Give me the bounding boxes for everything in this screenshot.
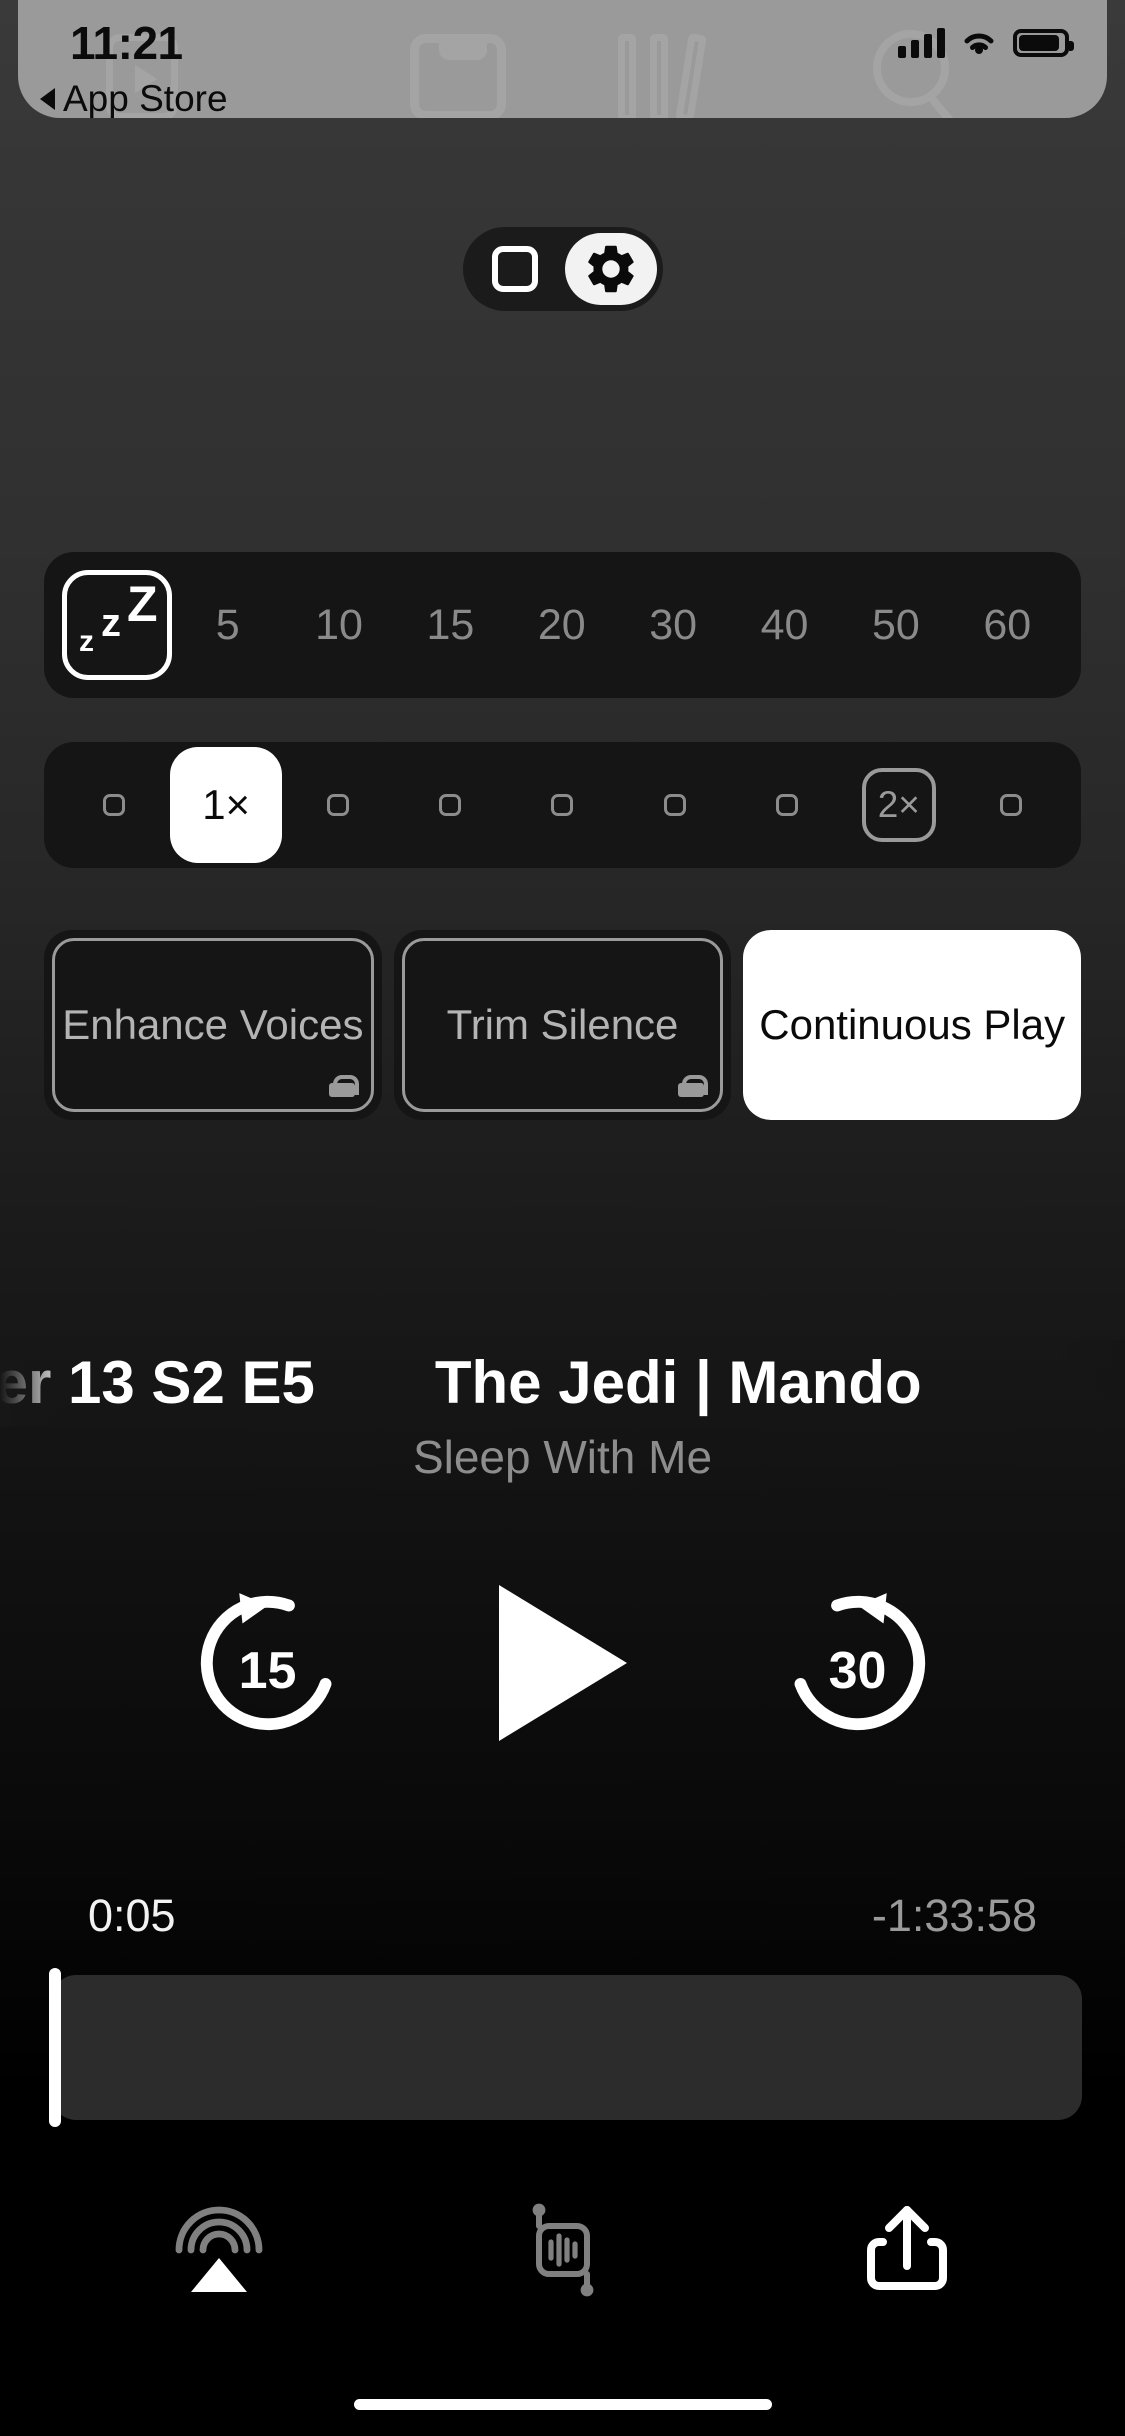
speed-dot-icon [439, 794, 462, 816]
scrubber-handle[interactable] [49, 1968, 61, 2127]
sleep-timer-row[interactable]: zzZ 5 10 15 20 30 40 50 60 [44, 552, 1081, 698]
speed-tick[interactable] [394, 794, 506, 816]
speed-tick[interactable] [955, 794, 1067, 816]
continuous-play-label: Continuous Play [759, 1000, 1066, 1048]
speed-two-x[interactable]: 2× [843, 768, 955, 842]
trim-silence-button[interactable]: Trim Silence [393, 930, 732, 1120]
status-clock: 11:21 [70, 17, 183, 69]
forward-30-label: 30 [828, 1642, 887, 1700]
speed-tick[interactable] [619, 794, 731, 816]
transport-controls: 15 30 [0, 1548, 1125, 1778]
scrubber-track[interactable] [49, 1968, 1082, 2127]
enhance-voices-label: Enhance Voices [62, 1000, 364, 1048]
sleep-option[interactable]: 10 [283, 601, 394, 650]
speed-tick[interactable] [58, 794, 170, 816]
speed-selected-label: 1× [170, 747, 283, 863]
scrubber-times: 0:05 -1:33:58 [0, 1890, 1125, 1942]
mode-segment-stop[interactable] [469, 233, 561, 305]
sleep-option[interactable]: 30 [618, 601, 729, 650]
sleep-timer-off-button[interactable]: zzZ [62, 570, 172, 680]
back-label: App Store [63, 78, 228, 118]
enhance-voices-button[interactable]: Enhance Voices [44, 930, 382, 1120]
marquee-fade-right [1055, 1340, 1125, 1426]
continuous-play-button[interactable]: Continuous Play [743, 930, 1082, 1120]
episode-title-marquee[interactable]: pter 13 S2 E5The Jedi | Mando [0, 1340, 1125, 1426]
library-tab-icon [618, 33, 718, 118]
back-triangle-icon [40, 88, 55, 110]
remaining-time: -1:33:58 [871, 1890, 1037, 1941]
gear-icon [582, 240, 640, 298]
playback-speed-row[interactable]: 1× 2× [44, 742, 1081, 868]
speed-selected[interactable]: 1× [170, 747, 283, 863]
battery-icon [1013, 29, 1074, 57]
sleep-option[interactable]: 20 [506, 601, 617, 650]
status-indicators [898, 28, 1074, 58]
sleep-option[interactable]: 50 [840, 601, 951, 650]
sleep-zzz-icon: zzZ [79, 576, 158, 658]
show-name[interactable]: Sleep With Me [0, 1430, 1125, 1484]
sleep-option[interactable]: 5 [172, 601, 283, 650]
lock-icon [678, 1075, 709, 1097]
speed-tick[interactable] [506, 794, 618, 816]
wifi-icon [959, 28, 999, 58]
player-action-bar [0, 2150, 1125, 2350]
speed-tick[interactable] [282, 794, 394, 816]
marquee-fade-left [0, 1340, 70, 1426]
feature-buttons: Enhance Voices Trim Silence Continuous P… [44, 930, 1082, 1120]
sleep-option[interactable]: 15 [395, 601, 506, 650]
episode-title-track: pter 13 S2 E5The Jedi | Mando [0, 1340, 1042, 1426]
episode-title-part-2: The Jedi | Mando [434, 1349, 922, 1416]
speed-dot-icon [999, 794, 1022, 816]
stop-square-icon [491, 246, 538, 292]
trim-silence-label: Trim Silence [446, 1000, 679, 1048]
play-icon[interactable] [498, 1585, 627, 1741]
speed-dot-icon [775, 794, 798, 816]
share-icon[interactable] [847, 2190, 967, 2310]
sleep-option[interactable]: 60 [952, 601, 1063, 650]
cellular-bars-icon [898, 28, 945, 58]
inbox-tab-icon [410, 34, 506, 118]
rewind-15-icon[interactable]: 15 [183, 1578, 353, 1748]
elapsed-time: 0:05 [88, 1890, 176, 1941]
airplay-icon[interactable] [159, 2190, 279, 2310]
sleep-option[interactable]: 40 [729, 601, 840, 650]
speed-two-x-label: 2× [861, 768, 936, 842]
rewind-15-label: 15 [238, 1642, 297, 1700]
speed-dot-icon [663, 794, 686, 816]
mode-toggle[interactable] [462, 227, 663, 311]
audio-clip-icon[interactable] [503, 2190, 623, 2310]
speed-dot-icon [551, 794, 574, 816]
sleep-timer-options: 5 10 15 20 30 40 50 60 [172, 601, 1063, 650]
podcast-player-screen: 11:21 App Store zzZ 5 10 15 20 30 40 50 … [0, 0, 1125, 2436]
home-indicator [353, 2399, 772, 2410]
status-banner: 11:21 App Store [18, 0, 1107, 118]
forward-30-icon[interactable]: 30 [773, 1578, 943, 1748]
back-to-app-store-link[interactable]: App Store [40, 78, 228, 118]
speed-dot-icon [103, 794, 126, 816]
speed-tick[interactable] [731, 794, 843, 816]
mode-segment-settings[interactable] [564, 233, 657, 305]
lock-icon [328, 1075, 359, 1097]
speed-dot-icon [327, 794, 350, 816]
